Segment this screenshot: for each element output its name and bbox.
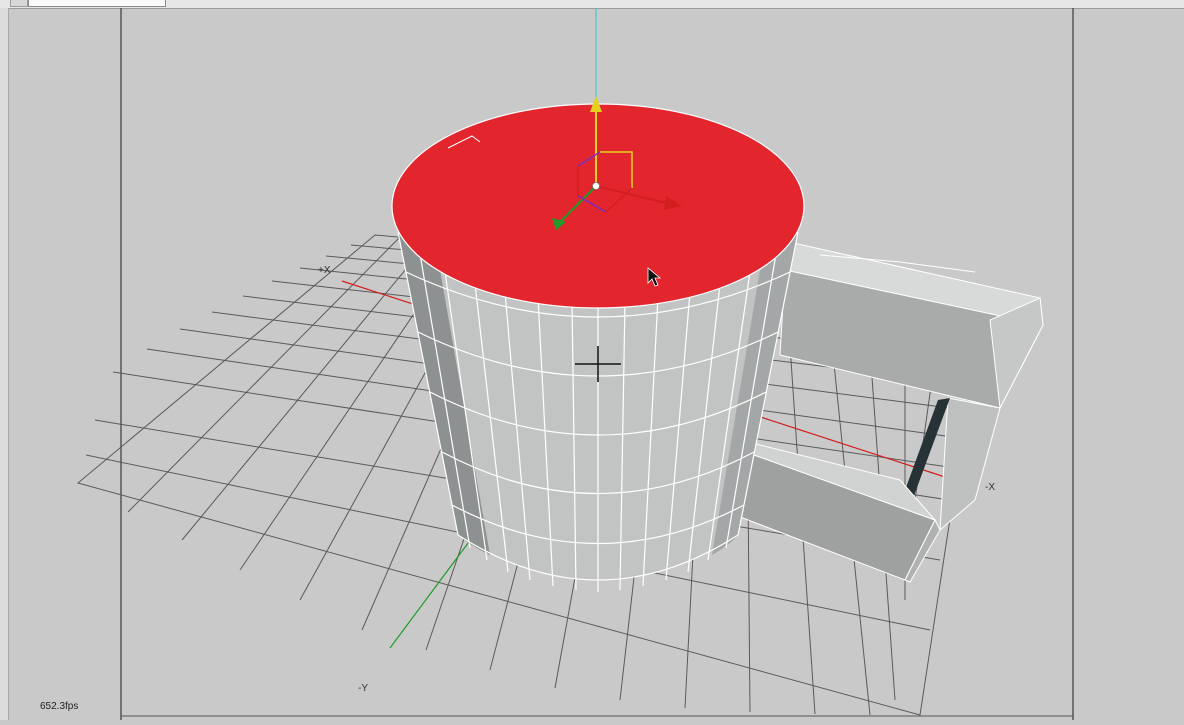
viewport-canvas[interactable]: +X -X -Y [0, 8, 1184, 720]
axis-label-minus-y: -Y [358, 683, 368, 694]
3d-viewport[interactable]: +X -X -Y 652.3fps [0, 8, 1184, 720]
fps-readout: 652.3fps [40, 701, 79, 712]
window-tab[interactable] [28, 0, 166, 7]
axis-label-plus-x: +X [318, 265, 331, 276]
selected-top-face[interactable] [391, 103, 805, 309]
axis-label-minus-x: -X [985, 482, 995, 493]
window-tab-left[interactable] [10, 0, 28, 7]
